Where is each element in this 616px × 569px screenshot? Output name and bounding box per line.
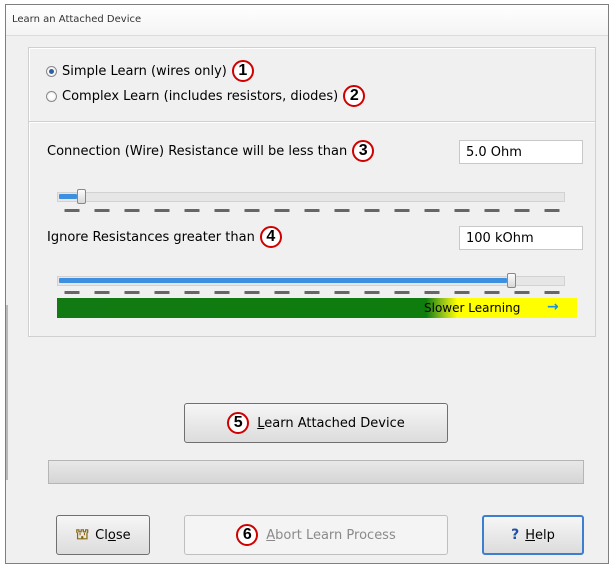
wire-resistance-field[interactable]: 5.0 Ohm (459, 140, 583, 164)
callout-2: 2 (343, 85, 366, 107)
close-button-label: Close (95, 527, 131, 543)
callout-4: 4 (259, 226, 282, 248)
learn-button-label: Learn Attached Device (257, 415, 405, 431)
abort-learn-button[interactable]: 6 Abort Learn Process (184, 515, 448, 555)
resistance-settings-panel: Connection (Wire) Resistance will be les… (28, 121, 596, 337)
help-button-label: Help (525, 527, 555, 543)
wire-resistance-row: Connection (Wire) Resistance will be les… (47, 140, 375, 162)
window-edge-shadow (6, 305, 8, 480)
learning-speed-bar: Slower Learning → (57, 298, 577, 318)
complex-learn-label[interactable]: Complex Learn (includes resistors, diode… (62, 89, 338, 104)
window-title: Learn an Attached Device (12, 14, 142, 25)
slider-ticks (57, 291, 565, 295)
right-arrow-icon: → (547, 299, 559, 315)
door-exit-icon: ⛫ (75, 525, 90, 543)
slider-ticks (57, 209, 565, 213)
slider-thumb[interactable] (77, 189, 86, 204)
slider-track (57, 192, 565, 202)
callout-3: 3 (352, 140, 375, 162)
learn-mode-panel: Simple Learn (wires only) 1 Complex Lear… (28, 47, 596, 121)
ignore-resistance-row: Ignore Resistances greater than 4 (47, 226, 282, 248)
title-bar: Learn an Attached Device (6, 5, 608, 36)
learn-progress-bar (48, 460, 584, 484)
radio-unselected-icon[interactable] (46, 90, 57, 102)
close-button[interactable]: ⛫ Close (56, 515, 150, 555)
callout-6: 6 (236, 524, 259, 546)
simple-learn-label[interactable]: Simple Learn (wires only) (62, 64, 227, 79)
complex-learn-option[interactable]: Complex Learn (includes resistors, diode… (46, 85, 366, 107)
question-icon: ? (511, 527, 520, 543)
help-button[interactable]: ? Help (482, 515, 584, 555)
slider-fill (59, 278, 507, 283)
ignore-resistance-field[interactable]: 100 kOhm (459, 226, 583, 250)
wire-resistance-slider[interactable] (57, 189, 565, 204)
learn-dialog: Learn an Attached Device Simple Learn (w… (5, 4, 609, 564)
radio-selected-icon[interactable] (46, 65, 57, 77)
learn-attached-device-button[interactable]: 5 Learn Attached Device (184, 403, 448, 443)
slider-thumb[interactable] (507, 273, 516, 288)
slower-learning-label: Slower Learning (424, 301, 521, 315)
ignore-resistance-label: Ignore Resistances greater than (47, 229, 255, 245)
callout-5: 5 (227, 412, 250, 434)
abort-button-label: Abort Learn Process (266, 527, 396, 543)
slider-fill (59, 194, 77, 199)
simple-learn-option[interactable]: Simple Learn (wires only) 1 (46, 60, 254, 82)
callout-1: 1 (231, 60, 254, 82)
ignore-resistance-slider[interactable] (57, 273, 565, 288)
wire-resistance-label: Connection (Wire) Resistance will be les… (47, 143, 348, 159)
